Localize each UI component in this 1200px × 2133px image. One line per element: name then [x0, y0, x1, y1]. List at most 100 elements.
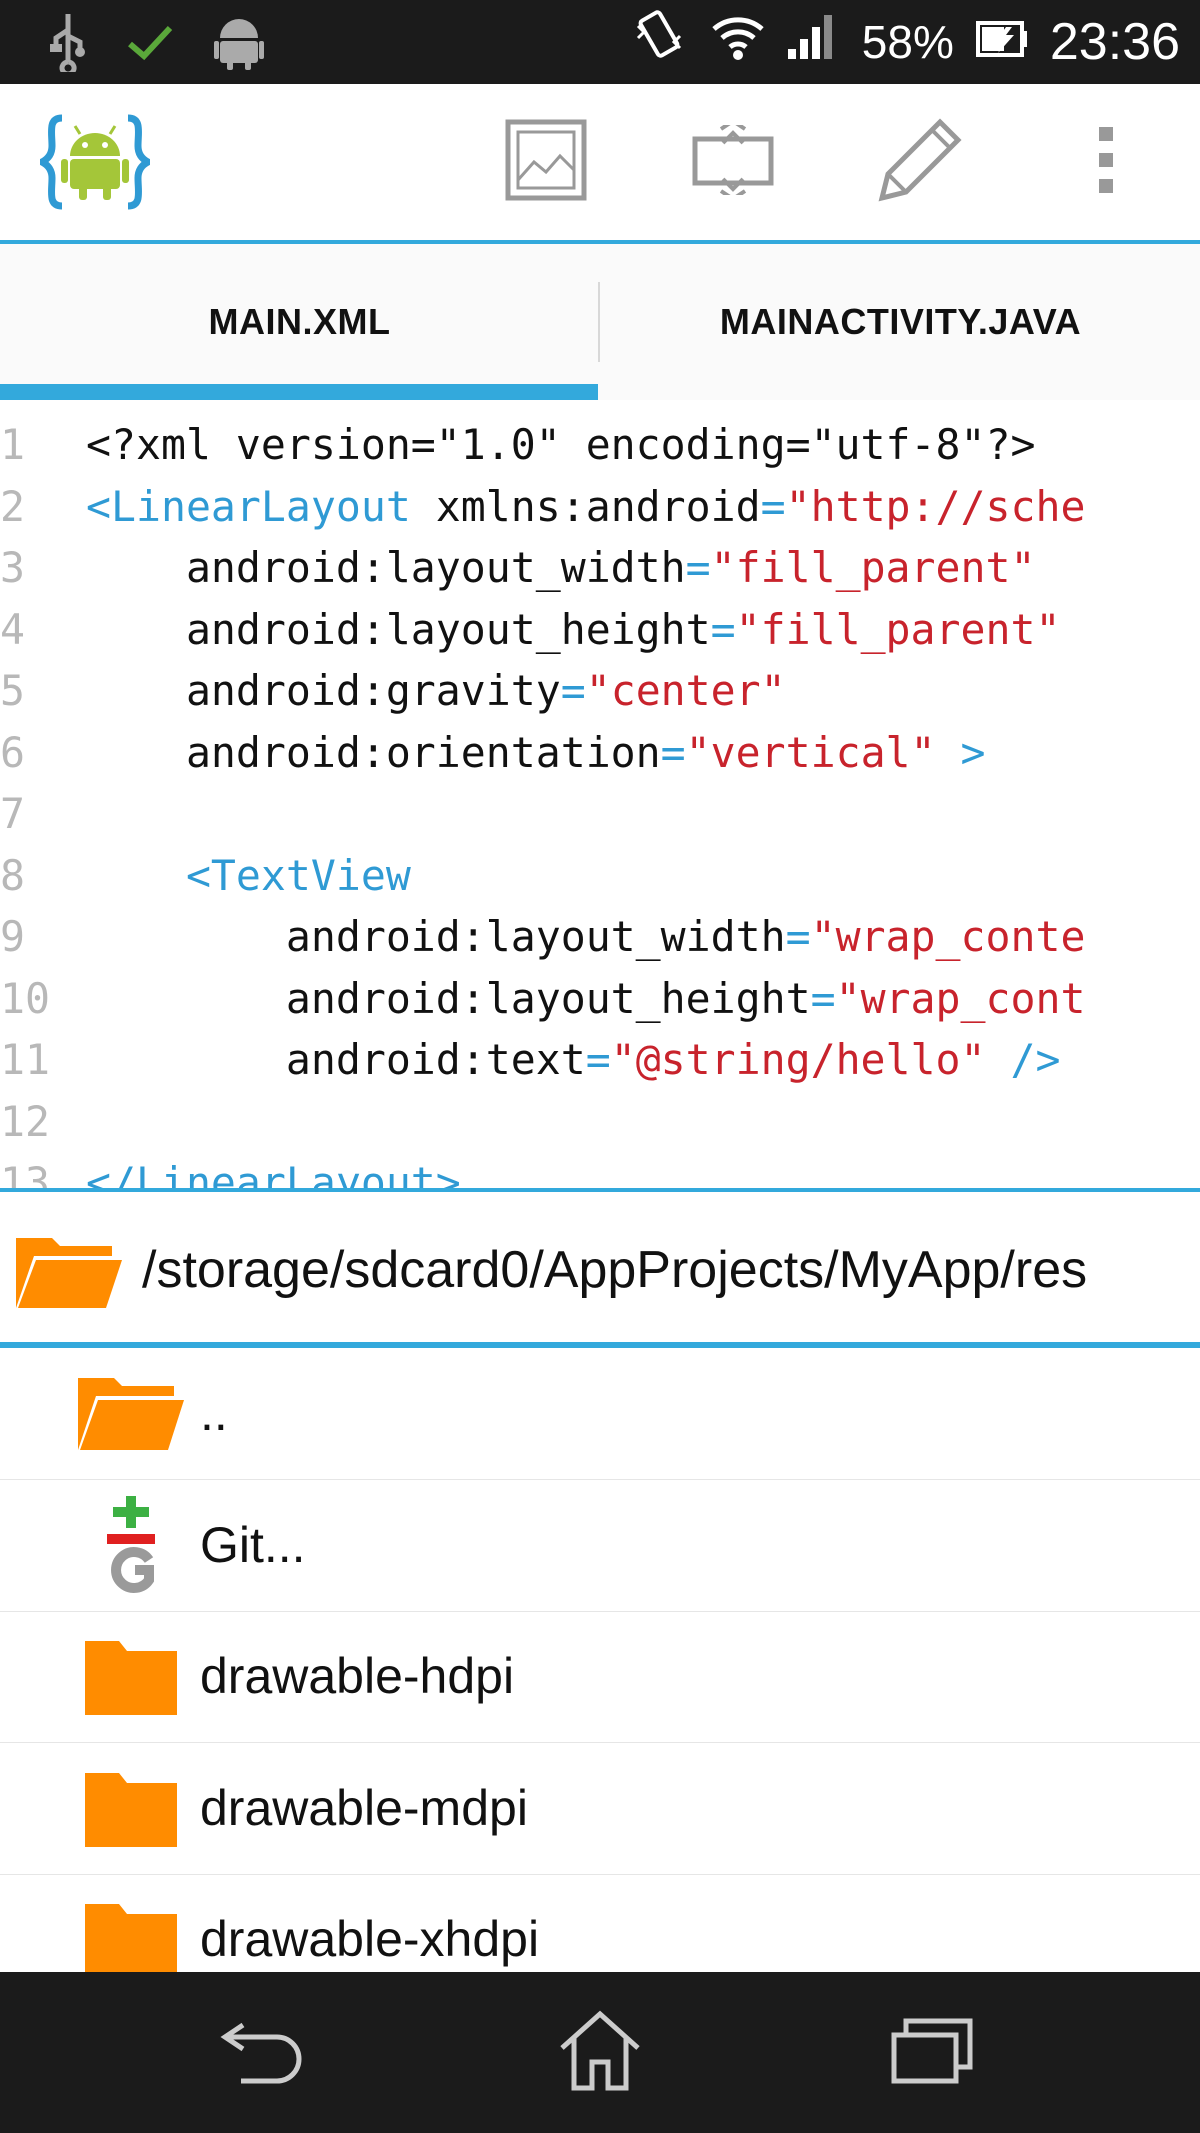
code-token: >	[935, 727, 986, 777]
git-icon	[76, 1495, 186, 1594]
code-token: <?xml version="1.0" encoding="utf-8"?>	[86, 420, 1036, 469]
line-number: 1	[0, 420, 25, 469]
code-token: android:layout_height	[86, 973, 811, 1023]
resize-button[interactable]	[639, 102, 826, 222]
file-list: .. Git... drawable-hdpi drawable-mdpi drawab…	[0, 1348, 1200, 1972]
code-token: =	[660, 727, 686, 777]
tab-main-xml[interactable]: MAIN.XML	[0, 244, 599, 400]
code-token: android:layout_width	[86, 543, 686, 592]
check-icon	[126, 22, 174, 67]
code-token: "wrap_cont	[835, 973, 1086, 1023]
line-number: 11	[0, 1035, 50, 1084]
line-number: 4	[0, 604, 25, 654]
code-token: "vertical"	[685, 727, 936, 777]
android-debug-icon	[214, 14, 264, 75]
folder-icon	[76, 1629, 186, 1725]
path-bar: /storage/sdcard0/AppProjects/MyApp/res	[0, 1192, 1200, 1348]
code-token: =	[760, 481, 786, 531]
edit-button[interactable]	[826, 102, 1013, 222]
line-number: 5	[0, 666, 25, 715]
back-icon	[219, 2015, 309, 2090]
code-token: />	[985, 1035, 1061, 1084]
code-token: android:layout_width	[86, 912, 786, 961]
code-token: "@string/hello"	[610, 1035, 986, 1084]
file-list-item[interactable]: Git...	[0, 1480, 1200, 1612]
recents-button[interactable]	[872, 2002, 992, 2102]
battery-percent: 58%	[861, 16, 954, 68]
line-number: 7	[0, 789, 25, 838]
status-bar: 58% 23:36	[0, 0, 1200, 84]
action-bar	[0, 84, 1200, 244]
image-icon	[504, 118, 588, 207]
status-time: 23:36	[1049, 13, 1180, 71]
code-text: android:layout_height="wrap_cont	[86, 973, 1086, 1023]
app-logo-icon[interactable]	[34, 112, 156, 212]
code-editor[interactable]: 1 <?xml version="1.0" encoding="utf-8"?> 2…	[0, 400, 1200, 1192]
code-token: "http://sche	[785, 481, 1086, 531]
navigation-bar	[0, 1972, 1200, 2133]
code-token: xmlns:android	[410, 481, 761, 531]
open-folder-icon	[14, 1232, 124, 1317]
code-token: android:orientation	[86, 727, 661, 777]
line-number: 10	[0, 973, 50, 1023]
file-name: drawable-hdpi	[200, 1648, 515, 1704]
selected-tab-indicator	[0, 384, 598, 400]
file-tabs: MAIN.XML MAINACTIVITY.JAVA	[0, 244, 1200, 400]
folder-icon	[76, 1892, 186, 1972]
line-number: 12	[0, 1096, 50, 1146]
file-name: Git...	[200, 1516, 306, 1573]
code-token: "fill_parent"	[735, 604, 1061, 654]
file-list-item[interactable]: drawable-mdpi	[0, 1743, 1200, 1875]
line-number: 8	[0, 850, 25, 900]
code-token: =	[810, 973, 836, 1023]
code-token: =	[685, 543, 711, 592]
file-list-item[interactable]: drawable-hdpi	[0, 1611, 1200, 1743]
vibrate-icon	[632, 8, 688, 76]
line-number: 9	[0, 912, 25, 961]
line-number: 6	[0, 727, 25, 777]
image-button[interactable]	[452, 102, 639, 222]
status-system-icons: 58% 23:36	[632, 8, 1180, 76]
code-token: <TextView	[86, 850, 411, 900]
file-list-item[interactable]: ..	[0, 1348, 1200, 1480]
current-path: /storage/sdcard0/AppProjects/MyApp/res	[142, 1241, 1088, 1299]
line-number: 13	[0, 1158, 50, 1192]
code-text: android:orientation="vertical" >	[86, 728, 986, 777]
code-token: <LinearLayout	[86, 481, 411, 531]
usb-icon	[50, 12, 86, 77]
file-name: drawable-mdpi	[200, 1779, 528, 1836]
code-token: =	[585, 1035, 611, 1084]
open-folder-icon	[76, 1366, 186, 1462]
battery-icon	[975, 13, 1028, 71]
code-token: "fill_parent"	[710, 543, 1036, 592]
line-number: 2	[0, 481, 25, 531]
code-text: <TextView	[86, 851, 411, 900]
recents-icon	[890, 2015, 974, 2090]
back-button[interactable]	[204, 2002, 324, 2102]
code-token: "center"	[585, 666, 786, 715]
code-text: android:layout_width="wrap_conte	[86, 912, 1086, 961]
code-token: =	[710, 604, 736, 654]
code-token: =	[785, 912, 811, 961]
overflow-menu-button[interactable]	[1013, 102, 1200, 222]
code-text: android:text="@string/hello" />	[86, 1035, 1061, 1084]
wifi-icon	[710, 11, 766, 73]
file-list-item[interactable]: drawable-xhdpi	[0, 1874, 1200, 1972]
action-bar-actions	[452, 102, 1200, 222]
overflow-menu-icon	[1095, 125, 1119, 200]
tab-mainactivity-java[interactable]: MAINACTIVITY.JAVA	[601, 244, 1200, 400]
pencil-icon	[872, 112, 968, 213]
line-number: 3	[0, 543, 25, 592]
file-name: ..	[200, 1385, 228, 1441]
code-text: android:gravity="center"	[86, 666, 786, 715]
code-text: android:layout_height="fill_parent"	[86, 604, 1061, 654]
code-token: android:text	[86, 1035, 586, 1084]
code-token: =	[560, 666, 586, 715]
home-button[interactable]	[540, 2002, 660, 2102]
status-notification-icons	[50, 12, 264, 77]
folder-icon	[76, 1761, 186, 1857]
home-icon	[558, 2008, 642, 2097]
file-name: drawable-xhdpi	[200, 1911, 540, 1967]
code-token: "wrap_conte	[810, 912, 1086, 961]
code-text: <LinearLayout xmlns:android="http://sche	[86, 482, 1085, 531]
